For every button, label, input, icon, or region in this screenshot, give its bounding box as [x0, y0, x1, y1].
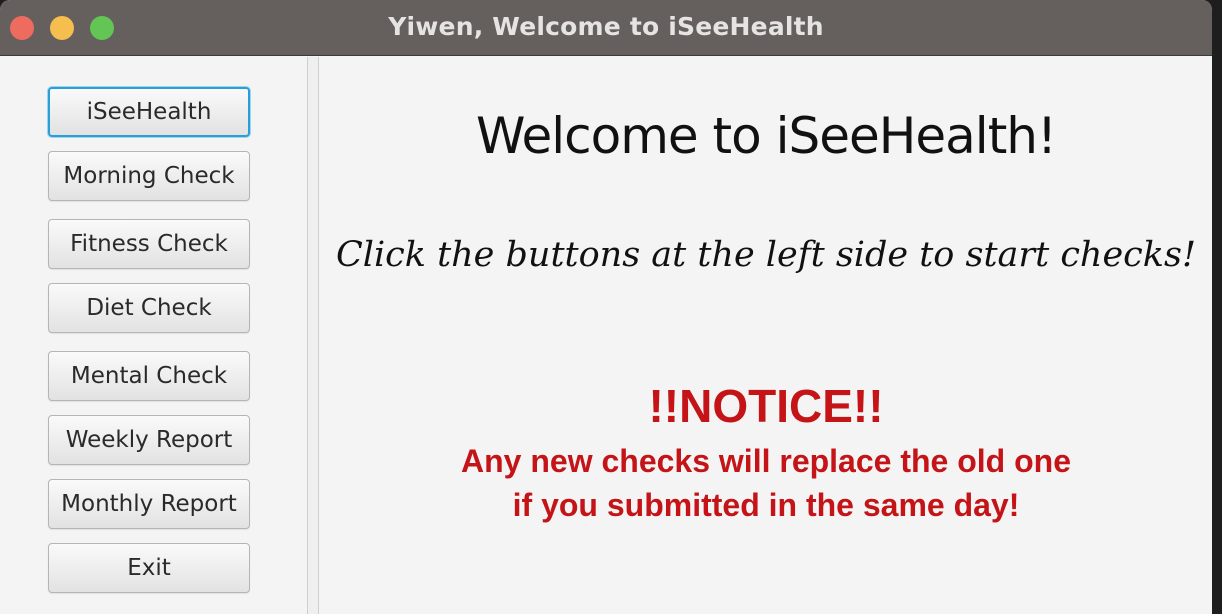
- welcome-heading: Welcome to iSeeHealth!: [475, 107, 1057, 165]
- morning-check-button[interactable]: Morning Check: [48, 151, 250, 201]
- weekly-report-button[interactable]: Weekly Report: [48, 415, 250, 465]
- window-title: Yiwen, Welcome to iSeeHealth: [388, 12, 824, 41]
- fitness-check-button[interactable]: Fitness Check: [48, 219, 250, 269]
- exit-button[interactable]: Exit: [48, 543, 250, 593]
- app-window: Yiwen, Welcome to iSeeHealth iSeeHealth …: [0, 0, 1212, 614]
- notice-message: Any new checks will replace the old one …: [320, 439, 1212, 527]
- main-content: Welcome to iSeeHealth! Click the buttons…: [320, 57, 1212, 614]
- notice-title: !!NOTICE!!: [648, 380, 884, 432]
- instruction-text: Click the buttons at the left side to st…: [335, 235, 1197, 275]
- split-pane-divider[interactable]: [307, 57, 319, 614]
- mental-check-button[interactable]: Mental Check: [48, 351, 250, 401]
- diet-check-button[interactable]: Diet Check: [48, 283, 250, 333]
- notice-line: if you submitted in the same day!: [512, 487, 1020, 523]
- notice-line: Any new checks will replace the old one: [461, 443, 1071, 479]
- title-bar[interactable]: Yiwen, Welcome to iSeeHealth: [0, 0, 1212, 56]
- iseehealth-button[interactable]: iSeeHealth: [48, 87, 250, 137]
- sidebar: iSeeHealth Morning Check Fitness Check D…: [0, 57, 307, 614]
- monthly-report-button[interactable]: Monthly Report: [48, 479, 250, 529]
